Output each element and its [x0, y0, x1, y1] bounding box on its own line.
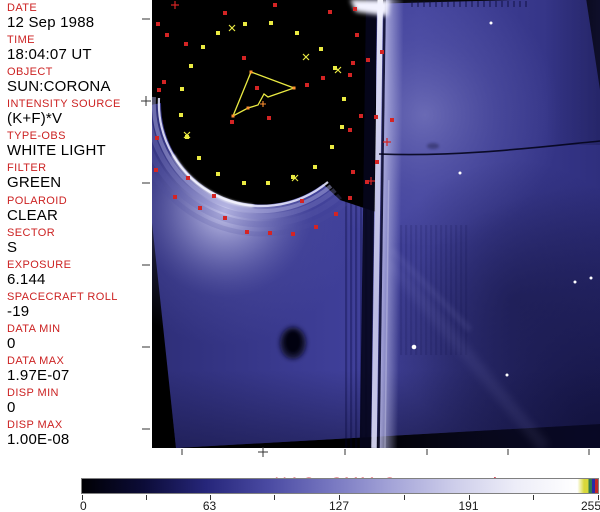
coronagraph-image-viewer[interactable] [0, 0, 600, 512]
intensity-colorbar [81, 478, 599, 494]
top-right-shade [545, 0, 600, 145]
colorbar-minor-tick [403, 495, 405, 500]
colorbar-minor-tick [533, 495, 535, 500]
application-window: DATE 12 Sep 1988 TIME 18:04:07 UT OBJECT SUN:… [0, 0, 600, 512]
colorbar-minor-tick [274, 495, 276, 500]
colorbar-tick-label: 0 [79, 499, 87, 512]
colorbar-tick-label: 255 [580, 499, 600, 512]
colorbar-tick-label: 63 [202, 499, 217, 512]
colorbar-minor-tick [145, 495, 147, 500]
colorbar-tick-label: 191 [458, 499, 479, 512]
colorbar-tick-label: 127 [328, 499, 350, 512]
